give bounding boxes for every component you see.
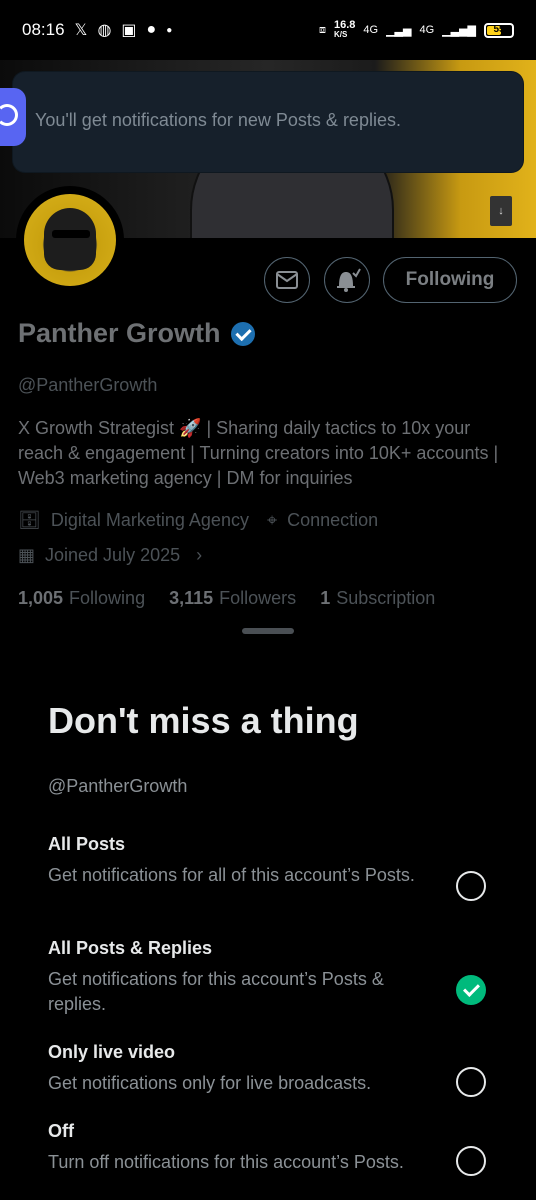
net-speed-value: 16.8 — [333, 19, 356, 31]
profile-meta-row: 🗄 Digital Marketing Agency ⌖ Connection — [18, 510, 378, 531]
notification-toast: You'll get notifications for new Posts &… — [13, 72, 523, 172]
messenger-icon: ● — [146, 21, 157, 38]
sheet-handle: @PantherGrowth — [48, 776, 188, 796]
chevron-right-icon: › — [196, 545, 203, 565]
sheet-title: Don't miss a thing — [48, 700, 359, 741]
status-bar: 08:16 𝕏 ◍ ▣ ● ● ⧈ 16.8 K/S 4G ▁▃▅ 4G ▁▃▅… — [0, 0, 536, 60]
subscription-count: 1 — [320, 588, 331, 608]
dot-icon: ● — [166, 24, 173, 36]
sheet-drag-handle[interactable] — [242, 628, 294, 634]
notifications-bell-button[interactable] — [324, 257, 370, 303]
network-2: 4G — [419, 24, 435, 36]
x-icon: 𝕏 — [74, 22, 88, 39]
radio-off[interactable] — [456, 1146, 486, 1176]
briefcase-icon: 🗄 — [18, 510, 41, 530]
profile-joined-row[interactable]: ▦ Joined July 2025 › — [18, 545, 202, 566]
floating-assistant-icon[interactable] — [0, 88, 26, 146]
net-speed: 16.8 K/S — [334, 20, 355, 40]
radio-only-live-video[interactable] — [456, 1067, 486, 1097]
option-only-live-video[interactable]: Only live video Get notifications only f… — [48, 1042, 488, 1096]
vibrate-icon: ⧈ — [318, 23, 326, 36]
profile-name: Panther Growth — [18, 318, 221, 348]
instagram-icon: ▣ — [121, 22, 137, 39]
radio-all-posts[interactable] — [456, 871, 486, 901]
download-icon: ↓ — [490, 196, 512, 226]
followers-count: 3,115 — [169, 588, 214, 608]
network-1: 4G — [363, 24, 379, 36]
followers-label: Followers — [219, 588, 297, 608]
option-desc: Get notifications only for live broadcas… — [48, 1073, 372, 1093]
profile-name-row: Panther Growth — [18, 318, 255, 349]
bell-check-icon — [337, 268, 361, 292]
subscription-label: Subscription — [336, 588, 436, 608]
profile-handle: @PantherGrowth — [18, 375, 158, 395]
message-button[interactable] — [264, 257, 310, 303]
option-title: All Posts & Replies — [48, 938, 213, 958]
following-stat[interactable]: 1,005 Following — [18, 588, 145, 609]
option-title: Off — [48, 1121, 74, 1141]
following-count: 1,005 — [18, 588, 64, 608]
option-title: All Posts — [48, 834, 126, 854]
profile-bio: X Growth Strategist 🚀 | Sharing daily ta… — [18, 418, 499, 488]
status-bar-left: 08:16 𝕏 ◍ ▣ ● ● — [22, 20, 172, 40]
option-off[interactable]: Off Turn off notifications for this acco… — [48, 1121, 488, 1175]
mail-icon — [276, 271, 298, 289]
signal-icon: ▁▃▅ — [386, 24, 412, 37]
whatsapp-icon: ◍ — [97, 22, 112, 39]
profile-location: Connection — [287, 510, 379, 530]
profile-stats: 1,005 Following 3,115 Followers 1 Subscript… — [18, 588, 435, 609]
subscription-stat[interactable]: 1 Subscription — [320, 588, 435, 609]
option-all-posts-replies[interactable]: All Posts & Replies Get notifications fo… — [48, 938, 488, 1017]
profile-category[interactable]: Digital Marketing Agency — [51, 510, 249, 531]
avatar[interactable] — [16, 186, 124, 294]
following-button[interactable]: Following — [383, 257, 517, 303]
signal-icon: ▁▃▅▇ — [442, 24, 476, 37]
verified-badge-icon[interactable] — [230, 321, 255, 346]
status-bar-right: ⧈ 16.8 K/S 4G ▁▃▅ 4G ▁▃▅▇ 55 — [319, 20, 514, 40]
location-icon: ⌖ — [266, 510, 278, 530]
option-desc: Turn off notifications for this account’… — [48, 1152, 404, 1172]
option-desc: Get notifications for all of this accoun… — [48, 865, 415, 885]
battery-icon: 55 — [484, 22, 514, 38]
option-all-posts[interactable]: All Posts Get notifications for all of t… — [48, 834, 488, 888]
net-speed-unit: K/S — [333, 30, 348, 39]
calendar-icon: ▦ — [18, 545, 36, 565]
following-label: Following — [69, 588, 146, 608]
notification-settings-sheet: Don't miss a thing @PantherGrowth All Po… — [0, 612, 536, 1200]
option-desc: Get notifications for this account’s Pos… — [48, 969, 384, 1014]
battery-level: 55 — [493, 23, 505, 35]
clock: 08:16 — [22, 20, 65, 39]
option-title: Only live video — [48, 1042, 176, 1062]
profile-joined: Joined July 2025 — [45, 545, 181, 565]
radio-all-posts-replies[interactable] — [456, 975, 486, 1005]
toast-message: You'll get notifications for new Posts &… — [35, 110, 401, 130]
followers-stat[interactable]: 3,115 Followers — [169, 588, 296, 609]
